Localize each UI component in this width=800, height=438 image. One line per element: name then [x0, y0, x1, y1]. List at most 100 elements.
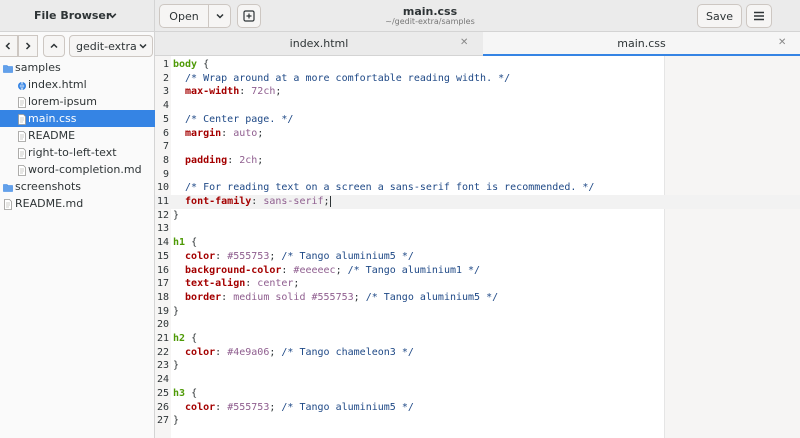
code-text: } — [173, 359, 179, 373]
code-line[interactable]: 8 padding: 2ch; — [155, 154, 664, 168]
document-tabs: index.html ✕ main.css ✕ — [155, 32, 800, 56]
code-line[interactable]: 16 background-color: #eeeeec; /* Tango a… — [155, 264, 664, 278]
token-punc: ; — [269, 346, 282, 358]
tree-item-main-css[interactable]: main.css — [0, 110, 155, 127]
code-line[interactable]: 13 — [155, 222, 664, 236]
folder-selector[interactable]: gedit-extra — [69, 35, 153, 57]
file-browser-header[interactable]: File Browser — [0, 0, 155, 32]
token-punc: ; — [275, 86, 282, 98]
token-prop: color — [173, 250, 216, 262]
tree-item-samples[interactable]: samples — [0, 59, 155, 76]
text-file-icon — [17, 164, 27, 176]
token-sel: h2 — [173, 333, 186, 344]
tree-item-right-to-left-text[interactable]: right-to-left-text — [0, 144, 155, 161]
tab-label: main.css — [617, 37, 666, 50]
tab-index-html[interactable]: index.html ✕ — [155, 32, 483, 56]
forward-button[interactable] — [18, 35, 38, 57]
back-button[interactable] — [0, 35, 18, 57]
code-line[interactable]: 9 — [155, 168, 664, 182]
code-line[interactable]: 20 — [155, 318, 664, 332]
token-punc: } — [173, 360, 180, 372]
code-line[interactable]: 24 — [155, 373, 664, 387]
open-dropdown-button[interactable] — [209, 5, 231, 27]
token-val: #555753 — [227, 401, 270, 413]
code-line[interactable]: 4 — [155, 99, 664, 113]
tree-item-lorem-ipsum[interactable]: lorem-ipsum — [0, 93, 155, 110]
code-line[interactable]: 1 body { — [155, 58, 664, 72]
code-line[interactable]: 6 margin: auto; — [155, 127, 664, 141]
tree-item-label: right-to-left-text — [28, 146, 117, 159]
token-punc: : — [227, 154, 240, 166]
token-cmt: /* Wrap around at a more comfortable rea… — [173, 72, 511, 84]
tree-item-readme[interactable]: README — [0, 127, 155, 144]
main-menu-button[interactable] — [746, 4, 772, 28]
code-text: h1 { — [173, 236, 197, 250]
tab-label: index.html — [289, 37, 349, 50]
tree-item-index-html[interactable]: index.html — [0, 76, 155, 93]
code-line[interactable]: 26 color: #555753; /* Tango aluminium5 *… — [155, 401, 664, 415]
tree-item-readme-md[interactable]: README.md — [0, 195, 155, 212]
token-prop: padding — [173, 154, 228, 166]
code-line[interactable]: 18 border: medium solid #555753; /* Tang… — [155, 291, 664, 305]
token-punc: ; — [353, 291, 366, 303]
line-number: 6 — [162, 127, 169, 139]
token-punc: : — [245, 278, 258, 290]
token-val: #eeeeec — [293, 264, 336, 276]
token-punc: ; — [257, 154, 264, 166]
folder-icon — [3, 62, 13, 73]
code-line[interactable]: 22 color: #4e9a06; /* Tango chameleon3 *… — [155, 346, 664, 360]
token-sel: h1 — [173, 237, 186, 249]
code-line[interactable]: 25 h3 { — [155, 387, 664, 401]
code-line[interactable]: 21 h2 { — [155, 332, 664, 346]
token-punc: : — [215, 250, 228, 262]
token-val: center — [257, 278, 294, 290]
code-text: } — [173, 414, 179, 428]
code-line[interactable]: 19} — [155, 305, 664, 319]
code-line[interactable]: 3 max-width: 72ch; — [155, 85, 664, 99]
parent-folder-button[interactable] — [43, 35, 65, 57]
file-browser-sidebar: gedit-extra samples index.html lorem-ipsum… — [0, 32, 155, 438]
line-number: 1 — [162, 59, 169, 70]
line-number: 10 — [156, 182, 169, 194]
code-line[interactable]: 12} — [155, 209, 664, 223]
save-button[interactable]: Save — [697, 4, 742, 28]
code-line[interactable]: 7 — [155, 140, 664, 154]
tree-item-label: main.css — [28, 112, 77, 125]
token-cmt: /* Tango aluminium5 */ — [365, 291, 499, 303]
code-line[interactable]: 5 /* Center page. */ — [155, 113, 664, 127]
code-line[interactable]: 23} — [155, 359, 664, 373]
token-sel: h3 — [173, 387, 186, 399]
code-line[interactable]: 27} — [155, 414, 664, 428]
code-line[interactable]: 2 /* Wrap around at a more comfortable r… — [155, 72, 664, 86]
chevron-right-icon — [25, 42, 31, 50]
open-button[interactable]: Open — [160, 5, 209, 27]
new-document-button[interactable] — [237, 4, 261, 28]
text-cursor — [329, 195, 331, 207]
code-line[interactable]: 14 h1 { — [155, 236, 664, 250]
tree-item-word-completion-md[interactable]: word-completion.md — [0, 161, 155, 178]
line-number: 18 — [156, 291, 169, 303]
close-icon[interactable]: ✕ — [460, 37, 468, 48]
chevron-left-icon — [5, 42, 11, 50]
tree-item-screenshots[interactable]: screenshots — [0, 178, 155, 195]
line-number: 20 — [156, 319, 169, 331]
token-cmt: /* Tango aluminium5 */ — [281, 401, 414, 413]
token-val: #4e9a06 — [227, 346, 270, 358]
token-prop: color — [173, 401, 216, 413]
tree-item-label: samples — [15, 61, 61, 74]
tree-item-label: lorem-ipsum — [28, 95, 97, 108]
code-line[interactable]: 10 /* For reading text on a screen a san… — [155, 181, 664, 195]
code-line[interactable]: 17 text-align: center; — [155, 277, 664, 291]
code-editor[interactable]: 1 body {2 /* Wrap around at a more comfor… — [155, 56, 800, 438]
close-icon[interactable]: ✕ — [778, 37, 786, 48]
tab-main-css[interactable]: main.css ✕ — [483, 32, 800, 56]
code-line[interactable]: 11 font-family: sans-serif; — [155, 195, 800, 209]
code-text: } — [173, 209, 179, 223]
token-cmt: /* Tango chameleon3 */ — [281, 346, 414, 358]
token-punc: ; — [269, 250, 282, 262]
chevron-down-icon[interactable] — [107, 10, 118, 21]
line-number: 24 — [156, 374, 169, 386]
code-line[interactable]: 15 color: #555753; /* Tango aluminium5 *… — [155, 250, 664, 264]
tree-item-label: screenshots — [15, 180, 82, 193]
token-val: #555753 — [227, 250, 270, 262]
